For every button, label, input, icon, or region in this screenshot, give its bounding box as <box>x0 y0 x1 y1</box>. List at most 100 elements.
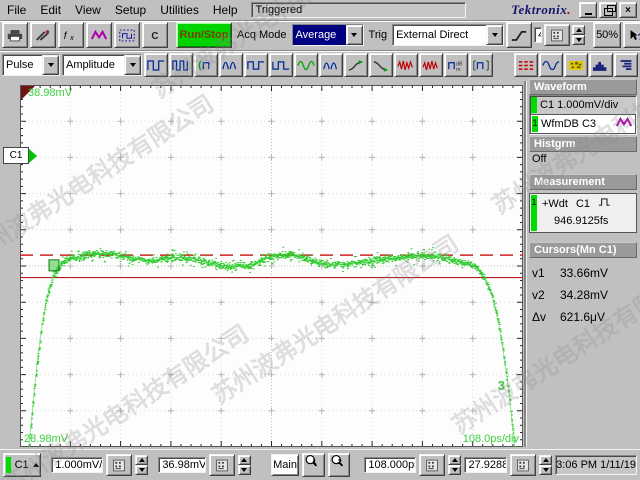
tektronix-logo: Tektronix. <box>511 2 571 18</box>
channel-marker-label: C1 <box>3 147 29 164</box>
positive-pulses-button[interactable] <box>244 53 268 77</box>
pulse-width-button[interactable] <box>144 53 168 77</box>
menu-edit[interactable]: Edit <box>33 1 68 19</box>
menu-file[interactable]: File <box>0 1 33 19</box>
cursor-v2-readout: v2 34.28mV <box>528 284 638 306</box>
setup-tools-button[interactable] <box>30 22 56 48</box>
display-size-button[interactable]: 50% <box>593 22 621 48</box>
menu-setup[interactable]: Setup <box>108 1 153 19</box>
waveform-database-button[interactable] <box>86 22 112 48</box>
vertical-scale-spinner[interactable] <box>135 455 148 475</box>
channel-marker-arrow-icon <box>29 149 37 163</box>
chevron-down-icon[interactable] <box>486 25 503 45</box>
minimize-button[interactable] <box>579 2 597 18</box>
trig-level-spinner[interactable] <box>572 25 585 45</box>
svg-text:x: x <box>69 33 74 42</box>
channel-select-button[interactable]: C1 <box>3 453 41 477</box>
clear-data-button[interactable]: C <box>142 22 168 48</box>
vertical-scale-field[interactable]: 1.000mV/ <box>51 457 103 473</box>
restore-button[interactable] <box>599 2 617 18</box>
context-help-button[interactable]: ? <box>623 22 640 48</box>
pulse-select-button[interactable] <box>469 53 493 77</box>
menu-help[interactable]: Help <box>206 1 245 19</box>
trig-source-dropdown[interactable]: External Direct <box>392 24 504 46</box>
horizontal-scale-field[interactable]: 108.000ps <box>364 457 416 473</box>
menu-bar: File Edit View Setup Utilities Help Trig… <box>0 0 640 21</box>
run-stop-button[interactable]: Run/Stop <box>176 22 232 48</box>
scope-graticule <box>20 85 523 447</box>
readout-sidebar: Waveform C1 1.000mV/div 1 WfmDB C3 Histg… <box>528 79 638 447</box>
wave-pair-button[interactable] <box>294 53 318 77</box>
waveform-list: C1 1.000mV/div 1 WfmDB C3 <box>529 95 637 135</box>
vertical-position-field[interactable]: 36.98mV <box>158 457 205 473</box>
measure-type-dropdown[interactable]: Amplitude <box>62 54 142 76</box>
define-waveform-button[interactable] <box>539 53 563 77</box>
histogram-button[interactable] <box>589 53 613 77</box>
burst-button[interactable] <box>219 53 243 77</box>
divider <box>524 81 526 447</box>
channel-color-bar <box>531 97 537 113</box>
measurement-color-bar: 1 <box>531 195 537 231</box>
svg-text:m: m <box>456 66 461 71</box>
waveform-row-wfmdb[interactable]: 1 WfmDB C3 <box>530 114 636 134</box>
keypad-button[interactable] <box>544 24 570 46</box>
waveform-row-c1[interactable]: C1 1.000mV/div <box>530 96 636 114</box>
noise-peak-2-button[interactable] <box>419 53 443 77</box>
measurement-section-header: Measurement <box>529 174 637 190</box>
keypad-button[interactable] <box>419 454 445 476</box>
cursor-v1-readout: v1 33.66mV <box>528 262 638 284</box>
period-button[interactable] <box>169 53 193 77</box>
main-toolbar: fxC Run/Stop Acq Mode Average Trig Exter… <box>0 20 640 51</box>
gated-measure-button[interactable] <box>194 53 218 77</box>
waveform-row-label: C1 1.000mV/div <box>540 99 618 111</box>
minimize-icon <box>585 13 592 15</box>
menu-view[interactable]: View <box>68 1 108 19</box>
print-button[interactable] <box>2 22 28 48</box>
acquisition-window-button[interactable] <box>114 22 140 48</box>
measurement-toolbar: Pulse Amplitude dBm <box>0 51 640 79</box>
close-button[interactable]: × <box>619 2 637 18</box>
measure-category-dropdown[interactable]: Pulse <box>2 54 60 76</box>
vertical-position-spinner[interactable] <box>238 455 251 475</box>
channel-color-bar <box>6 457 11 473</box>
chevron-down-icon[interactable] <box>42 55 59 75</box>
cursors-button[interactable] <box>514 53 538 77</box>
rise-time-button[interactable] <box>344 53 368 77</box>
zoom-2-button[interactable]: 2 <box>328 453 350 477</box>
fall-time-button[interactable] <box>369 53 393 77</box>
measurement-readout[interactable]: 1 +Wdt C1 946.9125fs <box>529 193 637 233</box>
math-function-button[interactable]: fx <box>58 22 84 48</box>
trace-reference-marker[interactable] <box>49 260 59 271</box>
horizontal-position-spinner[interactable] <box>539 455 552 475</box>
histogram-state: Off <box>532 153 546 165</box>
magnifier-icon <box>303 458 321 470</box>
wfmdb-icon <box>615 116 633 132</box>
color-grade-button[interactable] <box>564 53 588 77</box>
histogram-section-header: Histgrm <box>529 136 637 152</box>
peaks-button[interactable] <box>319 53 343 77</box>
timebase-mode-button[interactable]: Main <box>271 454 300 476</box>
negative-pulses-button[interactable] <box>269 53 293 77</box>
chevron-down-icon[interactable] <box>124 55 141 75</box>
channel-position-marker[interactable]: C1 <box>3 147 37 164</box>
keypad-button[interactable] <box>510 454 536 476</box>
waveform-display-area[interactable]: 38.98mV 28.98mV 108.0ps/div 3 <box>20 85 523 447</box>
trig-level-field[interactable]: 40.40mV <box>534 27 542 43</box>
horizontal-scale-spinner[interactable] <box>448 455 461 475</box>
oscilloscope-application: File Edit View Setup Utilities Help Trig… <box>0 0 640 480</box>
dbm-pulse-button[interactable]: dBm <box>444 53 468 77</box>
horizontal-position-field[interactable]: 27.9288 <box>464 457 507 473</box>
zoom-1-button[interactable]: 1 <box>302 453 324 477</box>
waveform-section-header: Waveform <box>529 79 637 95</box>
acq-mode-dropdown[interactable]: Average <box>292 24 364 46</box>
pulse-width-icon <box>598 196 616 212</box>
vertical-histogram-button[interactable] <box>614 53 638 77</box>
noise-peak-1-button[interactable] <box>394 53 418 77</box>
keypad-button[interactable] <box>106 454 132 476</box>
keypad-button[interactable] <box>209 454 235 476</box>
cursor-delta-readout: Δv 621.6μV <box>528 306 638 328</box>
chevron-down-icon[interactable] <box>346 25 363 45</box>
restore-icon <box>604 8 613 16</box>
trig-slope-button[interactable] <box>506 22 532 48</box>
menu-utilities[interactable]: Utilities <box>153 1 206 19</box>
